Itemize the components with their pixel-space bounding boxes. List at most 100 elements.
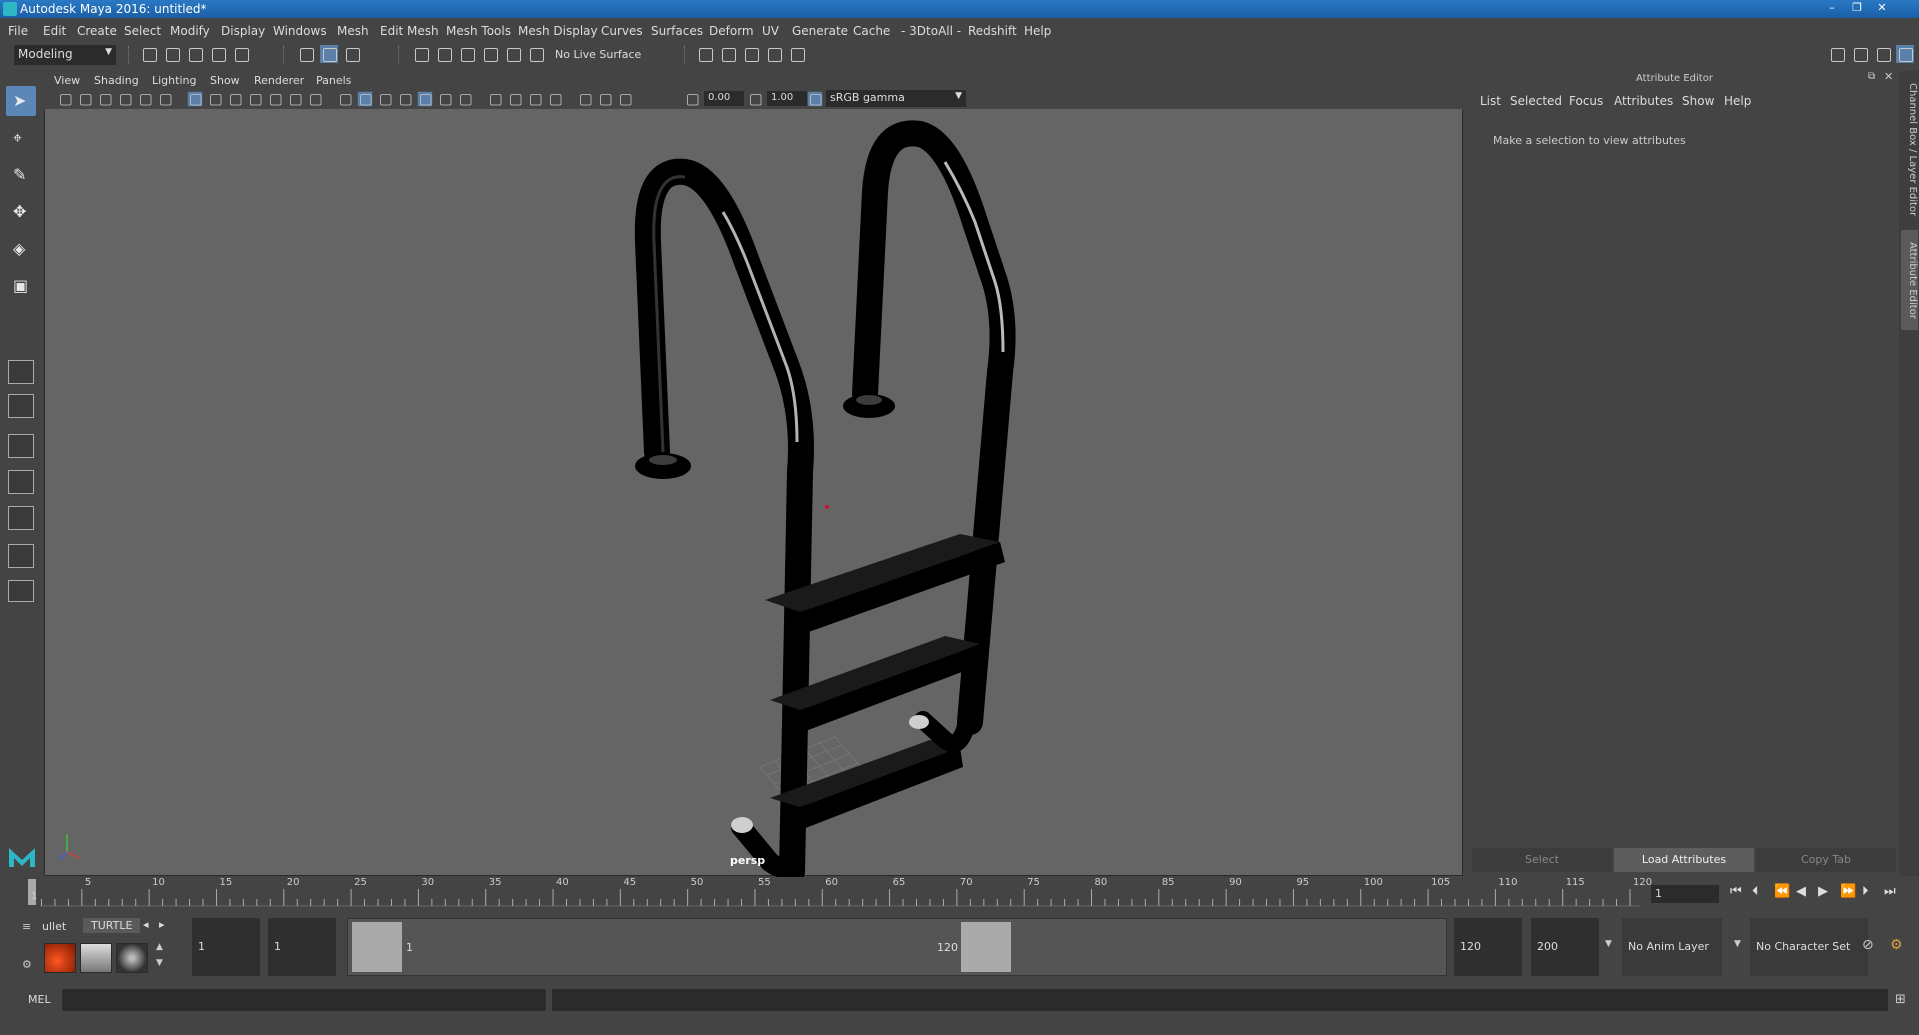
tab-channel-box[interactable]: Channel Box / Layer Editor <box>1901 80 1918 220</box>
snap-point-icon[interactable] <box>458 45 476 63</box>
menu-redshift[interactable]: Redshift <box>968 24 1017 38</box>
isolate-select-icon[interactable] <box>548 92 562 106</box>
viewport-menu-renderer[interactable]: Renderer <box>254 74 304 87</box>
menu-edit[interactable]: Edit <box>43 24 66 38</box>
four-view-layout-icon[interactable] <box>8 394 34 418</box>
menu-curves[interactable]: Curves <box>601 24 643 38</box>
menu-display[interactable]: Display <box>221 24 265 38</box>
step-forward-key-icon[interactable]: ⏩ <box>1840 884 1856 899</box>
viewport-menu-show[interactable]: Show <box>210 74 240 87</box>
mel-label[interactable]: MEL <box>28 993 51 1006</box>
tab-attribute-editor[interactable]: Attribute Editor <box>1901 230 1918 330</box>
select-component-icon[interactable] <box>343 45 361 63</box>
motion-blur-icon[interactable] <box>488 92 502 106</box>
viewport-menu-shading[interactable]: Shading <box>94 74 139 87</box>
exposure-icon[interactable] <box>685 92 699 106</box>
channel-box-toggle-icon[interactable] <box>1896 45 1914 63</box>
play-forward-icon[interactable]: ▶ <box>1818 884 1828 899</box>
safe-action-icon[interactable] <box>288 92 302 106</box>
outliner-layout-icon[interactable] <box>8 544 34 568</box>
depth-of-field-icon[interactable] <box>528 92 542 106</box>
smooth-shade-icon[interactable] <box>357 91 373 107</box>
step-back-key-icon[interactable]: ⏪ <box>1774 884 1790 899</box>
lasso-tool-button[interactable]: ⌖ <box>6 123 36 153</box>
modeling-toolkit-icon[interactable] <box>1828 45 1846 63</box>
shelf-tab-prev-icon[interactable]: ◂ <box>143 918 149 931</box>
bookmark-icon[interactable] <box>98 92 112 106</box>
gate-mask-icon[interactable] <box>248 92 262 106</box>
select-object-icon[interactable] <box>320 45 338 63</box>
render-frame-icon[interactable] <box>719 45 737 63</box>
camera-select-icon[interactable] <box>58 92 72 106</box>
menu-cache[interactable]: Cache <box>853 24 890 38</box>
current-frame-field[interactable]: 1 <box>1651 885 1719 903</box>
menu-select[interactable]: Select <box>124 24 161 38</box>
grid-toggle-icon[interactable] <box>187 91 203 107</box>
attr-menu-attributes[interactable]: Attributes <box>1614 94 1673 108</box>
attr-menu-help[interactable]: Help <box>1724 94 1751 108</box>
tool-settings-icon[interactable] <box>1874 45 1892 63</box>
mel-input[interactable] <box>62 989 546 1011</box>
persp-graph-layout-icon[interactable] <box>8 470 34 494</box>
auto-key-icon[interactable]: ⊘ <box>1862 937 1874 953</box>
shelf-menu-icon[interactable]: ≡ <box>22 920 31 933</box>
resolution-gate-icon[interactable] <box>228 92 242 106</box>
snap-view-plane-icon[interactable] <box>481 45 499 63</box>
snap-grid-icon[interactable] <box>412 45 430 63</box>
ambient-occlusion-icon[interactable] <box>458 92 472 106</box>
menu-generate[interactable]: Generate <box>792 24 848 38</box>
field-chart-icon[interactable] <box>268 92 282 106</box>
menu-file[interactable]: File <box>8 24 28 38</box>
turtle-shader-icon[interactable] <box>116 943 148 973</box>
select-hierarchy-icon[interactable] <box>297 45 315 63</box>
load-attributes-button[interactable]: Load Attributes <box>1614 848 1754 872</box>
gamma-icon[interactable] <box>748 92 762 106</box>
save-scene-icon[interactable] <box>186 45 204 63</box>
shelf-tab-turtle[interactable]: TURTLE <box>83 918 141 933</box>
copy-tab-button[interactable]: Copy Tab <box>1756 848 1896 872</box>
script-editor-icon[interactable]: ⊞ <box>1895 992 1906 1007</box>
menu-deform[interactable]: Deform <box>709 24 754 38</box>
maximize-button[interactable]: ❐ <box>1845 0 1869 16</box>
step-forward-icon[interactable]: ⏵ <box>1862 884 1869 899</box>
anim-layer-select[interactable]: No Anim Layer <box>1622 918 1722 976</box>
hypershade-layout-icon[interactable] <box>8 506 34 530</box>
grease-pencil-icon[interactable] <box>158 92 172 106</box>
custom-layout-icon[interactable] <box>8 580 34 602</box>
shelf-tab-bullet[interactable]: ullet <box>42 920 66 933</box>
minimize-button[interactable]: – <box>1820 0 1844 16</box>
paint-select-tool-button[interactable]: ✎ <box>6 160 36 190</box>
render-view-icon[interactable] <box>765 45 783 63</box>
menu-edit-mesh[interactable]: Edit Mesh <box>380 24 439 38</box>
move-tool-button[interactable]: ✥ <box>6 197 36 227</box>
menu-uv[interactable]: UV <box>762 24 779 38</box>
chevron-down-icon[interactable]: ▼ <box>1734 939 1741 949</box>
ipr-render-icon[interactable] <box>742 45 760 63</box>
new-scene-icon[interactable] <box>140 45 158 63</box>
color-management-icon[interactable] <box>807 91 823 107</box>
shelf-scroll-down-icon[interactable]: ▼ <box>156 958 163 968</box>
range-slider-end-handle[interactable] <box>961 922 1011 972</box>
attr-menu-list[interactable]: List <box>1480 94 1501 108</box>
two-d-pan-icon[interactable] <box>138 92 152 106</box>
viewport-menu-lighting[interactable]: Lighting <box>152 74 196 87</box>
anti-aliasing-icon[interactable] <box>508 92 522 106</box>
scale-tool-button[interactable]: ▣ <box>6 271 36 301</box>
float-panel-icon[interactable]: ⧉ <box>1868 71 1875 82</box>
menu-help[interactable]: Help <box>1024 24 1051 38</box>
menu-modify[interactable]: Modify <box>170 24 210 38</box>
menu-mesh[interactable]: Mesh <box>337 24 369 38</box>
undo-icon[interactable] <box>209 45 227 63</box>
chevron-down-icon[interactable]: ▼ <box>1605 939 1612 949</box>
rotate-tool-button[interactable]: ◈ <box>6 234 36 264</box>
select-button[interactable]: Select <box>1472 848 1612 872</box>
wireframe-on-shaded-icon[interactable] <box>378 92 392 106</box>
menu-mesh-display[interactable]: Mesh Display <box>518 24 598 38</box>
viewport-menu-view[interactable]: View <box>54 74 80 87</box>
time-slider[interactable]: 1 5 10 15 20 25 30 35 40 45 50 55 60 65 70 75 80 85 90 95 10… <box>28 877 1652 907</box>
exposure-field[interactable]: 0.00 <box>704 91 744 106</box>
use-all-lights-icon[interactable] <box>417 91 433 107</box>
step-back-icon[interactable]: ⏴ <box>1752 884 1759 899</box>
hypershade-icon[interactable] <box>788 45 806 63</box>
film-gate-icon[interactable] <box>208 92 222 106</box>
